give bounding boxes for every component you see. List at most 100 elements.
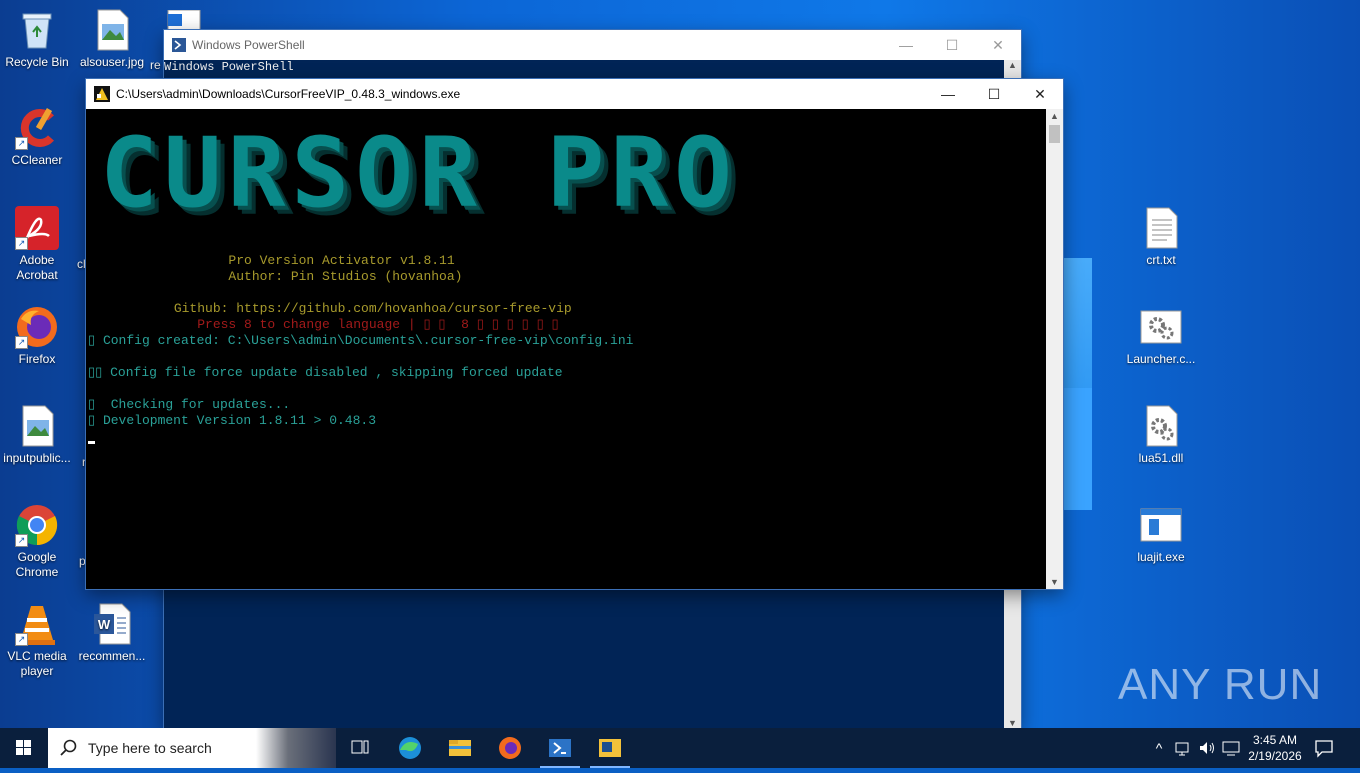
exe-file-icon [1139,503,1183,547]
desktop-icon-vlc[interactable]: ↗ VLC media player [0,602,74,679]
icon-label: Google Chrome [15,550,59,579]
desktop-icon-adobe-acrobat[interactable]: ↗ Adobe Acrobat [0,206,74,283]
cursor-console-scrollbar[interactable]: ▲ ▼ [1046,109,1063,589]
volume-tray-icon[interactable] [1198,740,1216,761]
ccleaner-icon: ↗ [15,106,59,150]
maximize-button[interactable]: ☐ [929,30,975,60]
image-file-icon [90,8,134,52]
desktop-icon-crt-txt[interactable]: crt.txt [1124,206,1198,268]
icon-label: lua51.dll [1138,451,1184,465]
desktop-icon-recommen[interactable]: W recommen... [75,602,149,664]
taskbar-file-explorer[interactable] [436,728,484,768]
console-line: Author: Pin Studios (hovanhoa) [88,269,463,284]
powershell-icon [172,38,186,55]
cursor-window-title: C:\Users\admin\Downloads\CursorFreeVIP_0… [116,87,461,101]
scroll-up-icon[interactable]: ▲ [1046,109,1063,123]
acrobat-icon: ↗ [15,206,59,250]
icon-label: recommen... [78,649,146,663]
console-line: Pro Version Activator v1.8.11 [88,253,455,268]
cursor-console-body[interactable]: CURSOR PRO Pro Version Activator v1.8.11… [86,109,1046,589]
cursor-console-window[interactable]: C:\Users\admin\Downloads\CursorFreeVIP_0… [86,79,1063,589]
icon-label: Adobe Acrobat [16,253,58,282]
maximize-button[interactable]: ☐ [971,79,1017,109]
powershell-icon [549,739,571,757]
scroll-down-icon[interactable]: ▼ [1004,718,1021,728]
taskbar-edge[interactable] [386,728,434,768]
wallpaper-light-beam [1062,388,1092,510]
vlc-icon: ↗ [15,602,59,646]
console-line: Github: https://github.com/hovanhoa/curs… [88,301,572,316]
minimize-button[interactable]: — [925,79,971,109]
dll-file-icon [1139,404,1183,448]
clock-time: 3:45 AM [1252,733,1298,747]
taskbar-firefox[interactable] [486,728,534,768]
word-doc-icon: W [90,602,134,646]
desktop-icon-lua51-dll[interactable]: lua51.dll [1124,404,1198,466]
taskbar-clock[interactable]: 3:45 AM 2/19/2026 [1244,732,1306,764]
search-placeholder: Type here to search [88,740,212,756]
console-line: ▯ Config created: C:\Users\admin\Documen… [88,333,634,348]
desktop: Recycle Bin ↗ CCleaner ↗ Adobe Acrobat ↗… [0,0,1360,728]
taskbar-search-box[interactable]: Type here to search [48,728,336,768]
powershell-title: Windows PowerShell [192,38,305,52]
partial-file-icon[interactable] [166,9,204,31]
close-button[interactable]: ✕ [975,30,1021,60]
desktop-icon-alsouser[interactable]: alsouser.jpg [75,8,149,70]
taskbar-cursor-exe[interactable] [586,728,634,768]
text-cursor [88,441,95,444]
cursor-window-titlebar[interactable]: C:\Users\admin\Downloads\CursorFreeVIP_0… [86,79,1063,109]
task-view-icon [351,740,369,754]
desktop-icon-firefox[interactable]: ↗ Firefox [0,305,74,367]
scroll-thumb[interactable] [1049,125,1060,143]
search-highlight-image [256,728,336,768]
firefox-icon [499,737,521,759]
desktop-icon-luajit-exe[interactable]: luajit.exe [1124,503,1198,565]
taskbar-powershell[interactable] [536,728,584,768]
desktop-icon-recycle-bin[interactable]: Recycle Bin [0,8,74,70]
console-line: Press 8 to change language | ▯ ▯ 8 ▯ ▯ ▯… [88,317,559,332]
text-file-icon [1139,206,1183,250]
close-button[interactable]: ✕ [1017,79,1063,109]
notification-center-icon[interactable] [1314,738,1334,763]
cursor-pro-banner: CURSOR PRO [100,117,738,229]
network-tray-icon[interactable] [1174,740,1190,761]
icon-label: inputpublic... [3,451,71,465]
console-app-icon [94,86,110,105]
start-button[interactable] [0,728,48,768]
task-view-button[interactable] [336,728,384,768]
icon-label: Firefox [18,352,56,366]
image-file-icon [15,404,59,448]
icon-label: Launcher.c... [1126,352,1196,366]
powershell-line: Windows PowerShell [164,60,294,74]
clock-date: 2/19/2026 [1248,749,1302,763]
scroll-down-icon[interactable]: ▼ [1046,575,1063,589]
icon-label: alsouser.jpg [79,55,145,69]
icon-label: luajit.exe [1137,550,1185,564]
search-icon [60,739,78,762]
scroll-up-icon[interactable]: ▲ [1004,60,1021,70]
icon-label: CCleaner [11,153,63,167]
taskbar: Type here to search ^ 3:45 AM 2/19/2026 [0,728,1360,768]
console-line: ▯ Checking for updates... [88,397,291,412]
icon-label: crt.txt [1146,253,1176,267]
display-tray-icon[interactable] [1222,740,1240,761]
recycle-bin-icon [15,8,59,52]
desktop-icon-launcher[interactable]: Launcher.c... [1124,305,1198,367]
settings-file-icon [1139,305,1183,349]
file-explorer-icon [449,740,471,756]
chrome-icon: ↗ [15,503,59,547]
exe-app-icon [599,739,621,757]
minimize-button[interactable]: — [883,30,929,60]
show-hidden-icons-button[interactable]: ^ [1148,728,1170,768]
console-line: ▯ Development Version 1.8.11 > 0.48.3 [88,413,376,428]
anyrun-watermark: ANY RUN [1118,660,1323,709]
icon-label: Recycle Bin [5,55,69,69]
firefox-icon: ↗ [15,305,59,349]
icon-label: VLC media player [7,649,67,678]
desktop-icon-inputpublic[interactable]: inputpublic... [0,404,74,466]
powershell-titlebar[interactable]: Windows PowerShell — ☐ ✕ [164,30,1021,60]
desktop-icon-google-chrome[interactable]: ↗ Google Chrome [0,503,74,580]
console-line: ▯▯ Config file force update disabled , s… [88,365,563,380]
desktop-icon-ccleaner[interactable]: ↗ CCleaner [0,106,74,168]
edge-icon [399,737,421,759]
